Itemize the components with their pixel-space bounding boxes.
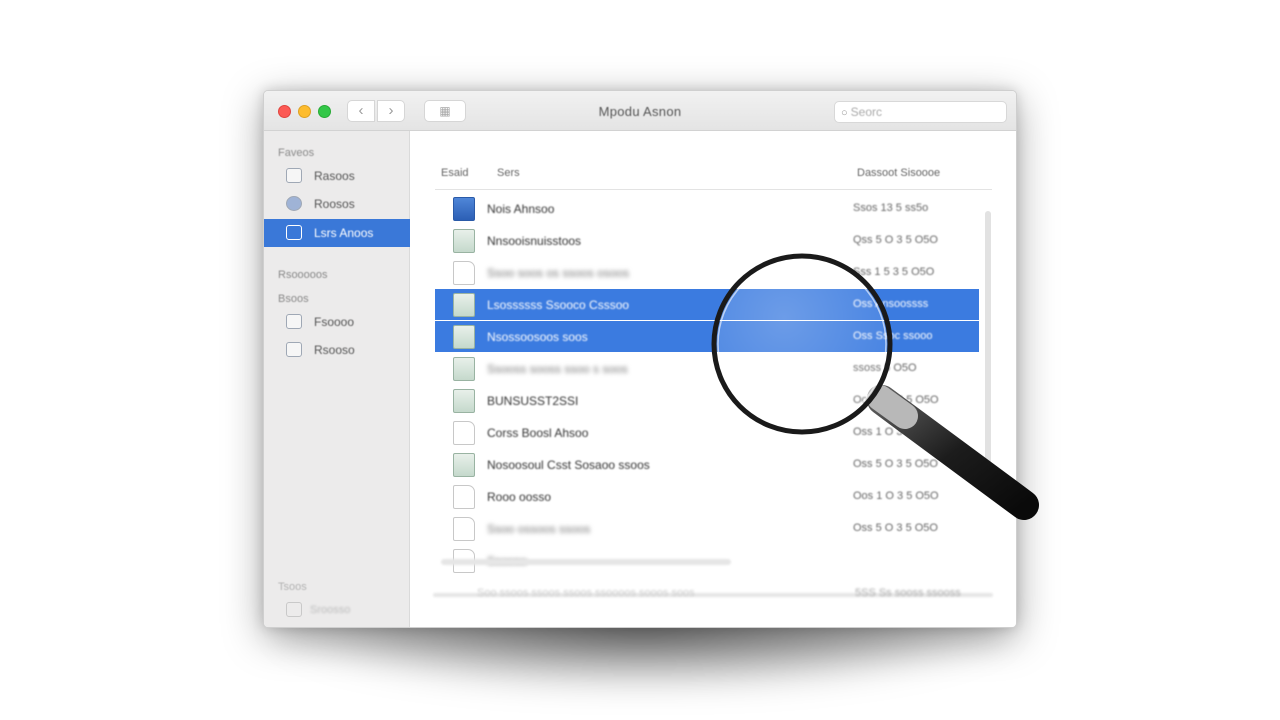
file-name: Nnsooisnuisstoos [487,234,582,248]
finder-window: ‹ › ▦ Mpodu Asnon ○ Seorc Faveos Rasoos R… [263,90,1017,628]
sidebar-item-3-active[interactable]: Lsrs Anoos [264,219,410,247]
sidebar-item-label: Roosos [314,197,355,211]
file-date: Oss 5 O 3 5 O5O [853,458,938,470]
file-name: Nsossoosoos soos [487,330,588,344]
document-icon [453,261,475,285]
sidebar-header-footer: Tsoos [278,581,307,593]
image-file-icon [453,357,475,381]
file-row-selected[interactable]: Lsossssss Ssooco Csssoo Oss Ansoossss [435,289,979,320]
folder-icon [286,225,302,240]
sidebar-footer-label: Sroosso [310,603,351,616]
sidebar-item-1[interactable]: Rasoos [264,163,410,189]
file-date: Oss Ssoc ssooo [853,330,933,342]
file-row[interactable]: Rooo oosso Oos 1 O 3 5 O5O [435,481,979,512]
file-date: Qss 5 O 3 5 O5O [853,234,938,246]
file-row[interactable]: Nois Ahnsoo Ssos 13 5 ss5o [435,193,979,224]
globe-icon [286,196,302,211]
file-row[interactable]: Ssoo ossoos ssoos Oss 5 O 3 5 O5O [435,513,979,544]
file-date: Oos 1 O 3 5 O5O [853,394,939,406]
file-row[interactable]: Ssooss sooss ssoo s soos ssoss 5 O5O [435,353,979,384]
column-header-name[interactable]: Esaid [441,167,469,179]
file-name: Corss Boosl Ahsoo [487,426,589,440]
document-icon [286,168,302,183]
disk-icon [286,602,302,618]
horizontal-scrollbar[interactable] [441,559,731,565]
document-icon [453,421,475,445]
image-file-icon [453,229,475,253]
file-list-pane: Esaid Sers Dassoot Sisoooe Nois Ahnsoo Ss… [411,131,1016,627]
sidebar-item-2[interactable]: Roosos [264,191,410,217]
file-row[interactable]: Ssoo soos os ssoos osoos Sss 1 5 3 5 O5O [435,257,979,288]
status-text-right: 5SS Ss sooss ssooss [855,587,961,599]
app-icon [453,197,475,221]
file-row-selected[interactable]: Nsossoosoos soos Oss Ssoc ssooo [435,321,979,352]
file-date: Oss Ansoossss [853,298,929,310]
file-date: ssoss 5 O5O [853,362,917,374]
sidebar-item-4[interactable]: Fsoooo [264,309,410,335]
file-row[interactable]: Nnsooisnuisstoos Qss 5 O 3 5 O5O [435,225,979,256]
file-date: Oos 1 O 3 5 O5O [853,490,939,502]
sidebar-item-label: Fsoooo [314,315,355,329]
sidebar-header-section-2: Rsooooos [278,269,328,281]
file-name: Ssoo ossoos ssoos [487,522,591,536]
sidebar-item-5[interactable]: Rsooso [264,337,410,363]
document-icon [453,485,475,509]
column-header-date[interactable]: Dassoot Sisoooe [857,167,940,179]
file-name: Nosoosoul Csst Sosaoo ssoos [487,458,650,472]
image-file-icon [453,389,475,413]
file-date: Oss 5 O 3 5 O5O [853,522,938,534]
sidebar: Faveos Rasoos Roosos Lsrs Anoos Rsooooos… [264,131,410,627]
image-file-icon [453,453,475,477]
file-date: Ssos 13 5 ss5o [853,202,929,214]
image-file-icon [453,293,475,317]
file-name: Ssoo soos os ssoos osoos [487,266,630,280]
document-icon [453,517,475,541]
search-placeholder: Seorc [850,105,883,119]
file-date: Oss 1 O 3 5 O5O [853,426,938,438]
grid-icon [286,342,302,357]
header-divider [435,189,992,190]
file-name: BUNSUSST2SSI [487,394,579,408]
search-icon: ○ [841,107,848,119]
file-name: Rooo oosso [487,490,552,504]
search-input[interactable]: ○ Seorc [834,101,1007,123]
file-name: Ssooss sooss ssoo s soos [487,362,628,376]
vertical-scrollbar[interactable] [985,211,991,491]
column-header-kind[interactable]: Sers [497,167,520,179]
sidebar-item-label: Lsrs Anoos [314,226,374,240]
sidebar-header-section-3: Bsoos [278,293,309,305]
titlebar[interactable]: ‹ › ▦ Mpodu Asnon ○ Seorc [264,91,1016,131]
sidebar-item-label: Rasoos [314,169,355,183]
file-date: Sss 1 5 3 5 O5O [853,266,935,278]
file-row[interactable]: Nosoosoul Csst Sosaoo ssoos Oss 5 O 3 5 O… [435,449,979,480]
file-name: Lsossssss Ssooco Csssoo [487,298,630,312]
sidebar-footer-item[interactable]: Sroosso [286,601,356,618]
image-file-icon [453,325,475,349]
sidebar-header-favorites: Faveos [278,147,315,159]
file-row[interactable]: BUNSUSST2SSI Oos 1 O 3 5 O5O [435,385,979,416]
window-icon [286,314,302,329]
status-text-left: Soo ssoos ssoos ssoos ssoooos sooos soos [477,587,695,599]
file-name: Nois Ahnsoo [487,202,555,216]
sidebar-item-label: Rsooso [314,343,355,357]
file-row[interactable]: Corss Boosl Ahsoo Oss 1 O 3 5 O5O [435,417,979,448]
